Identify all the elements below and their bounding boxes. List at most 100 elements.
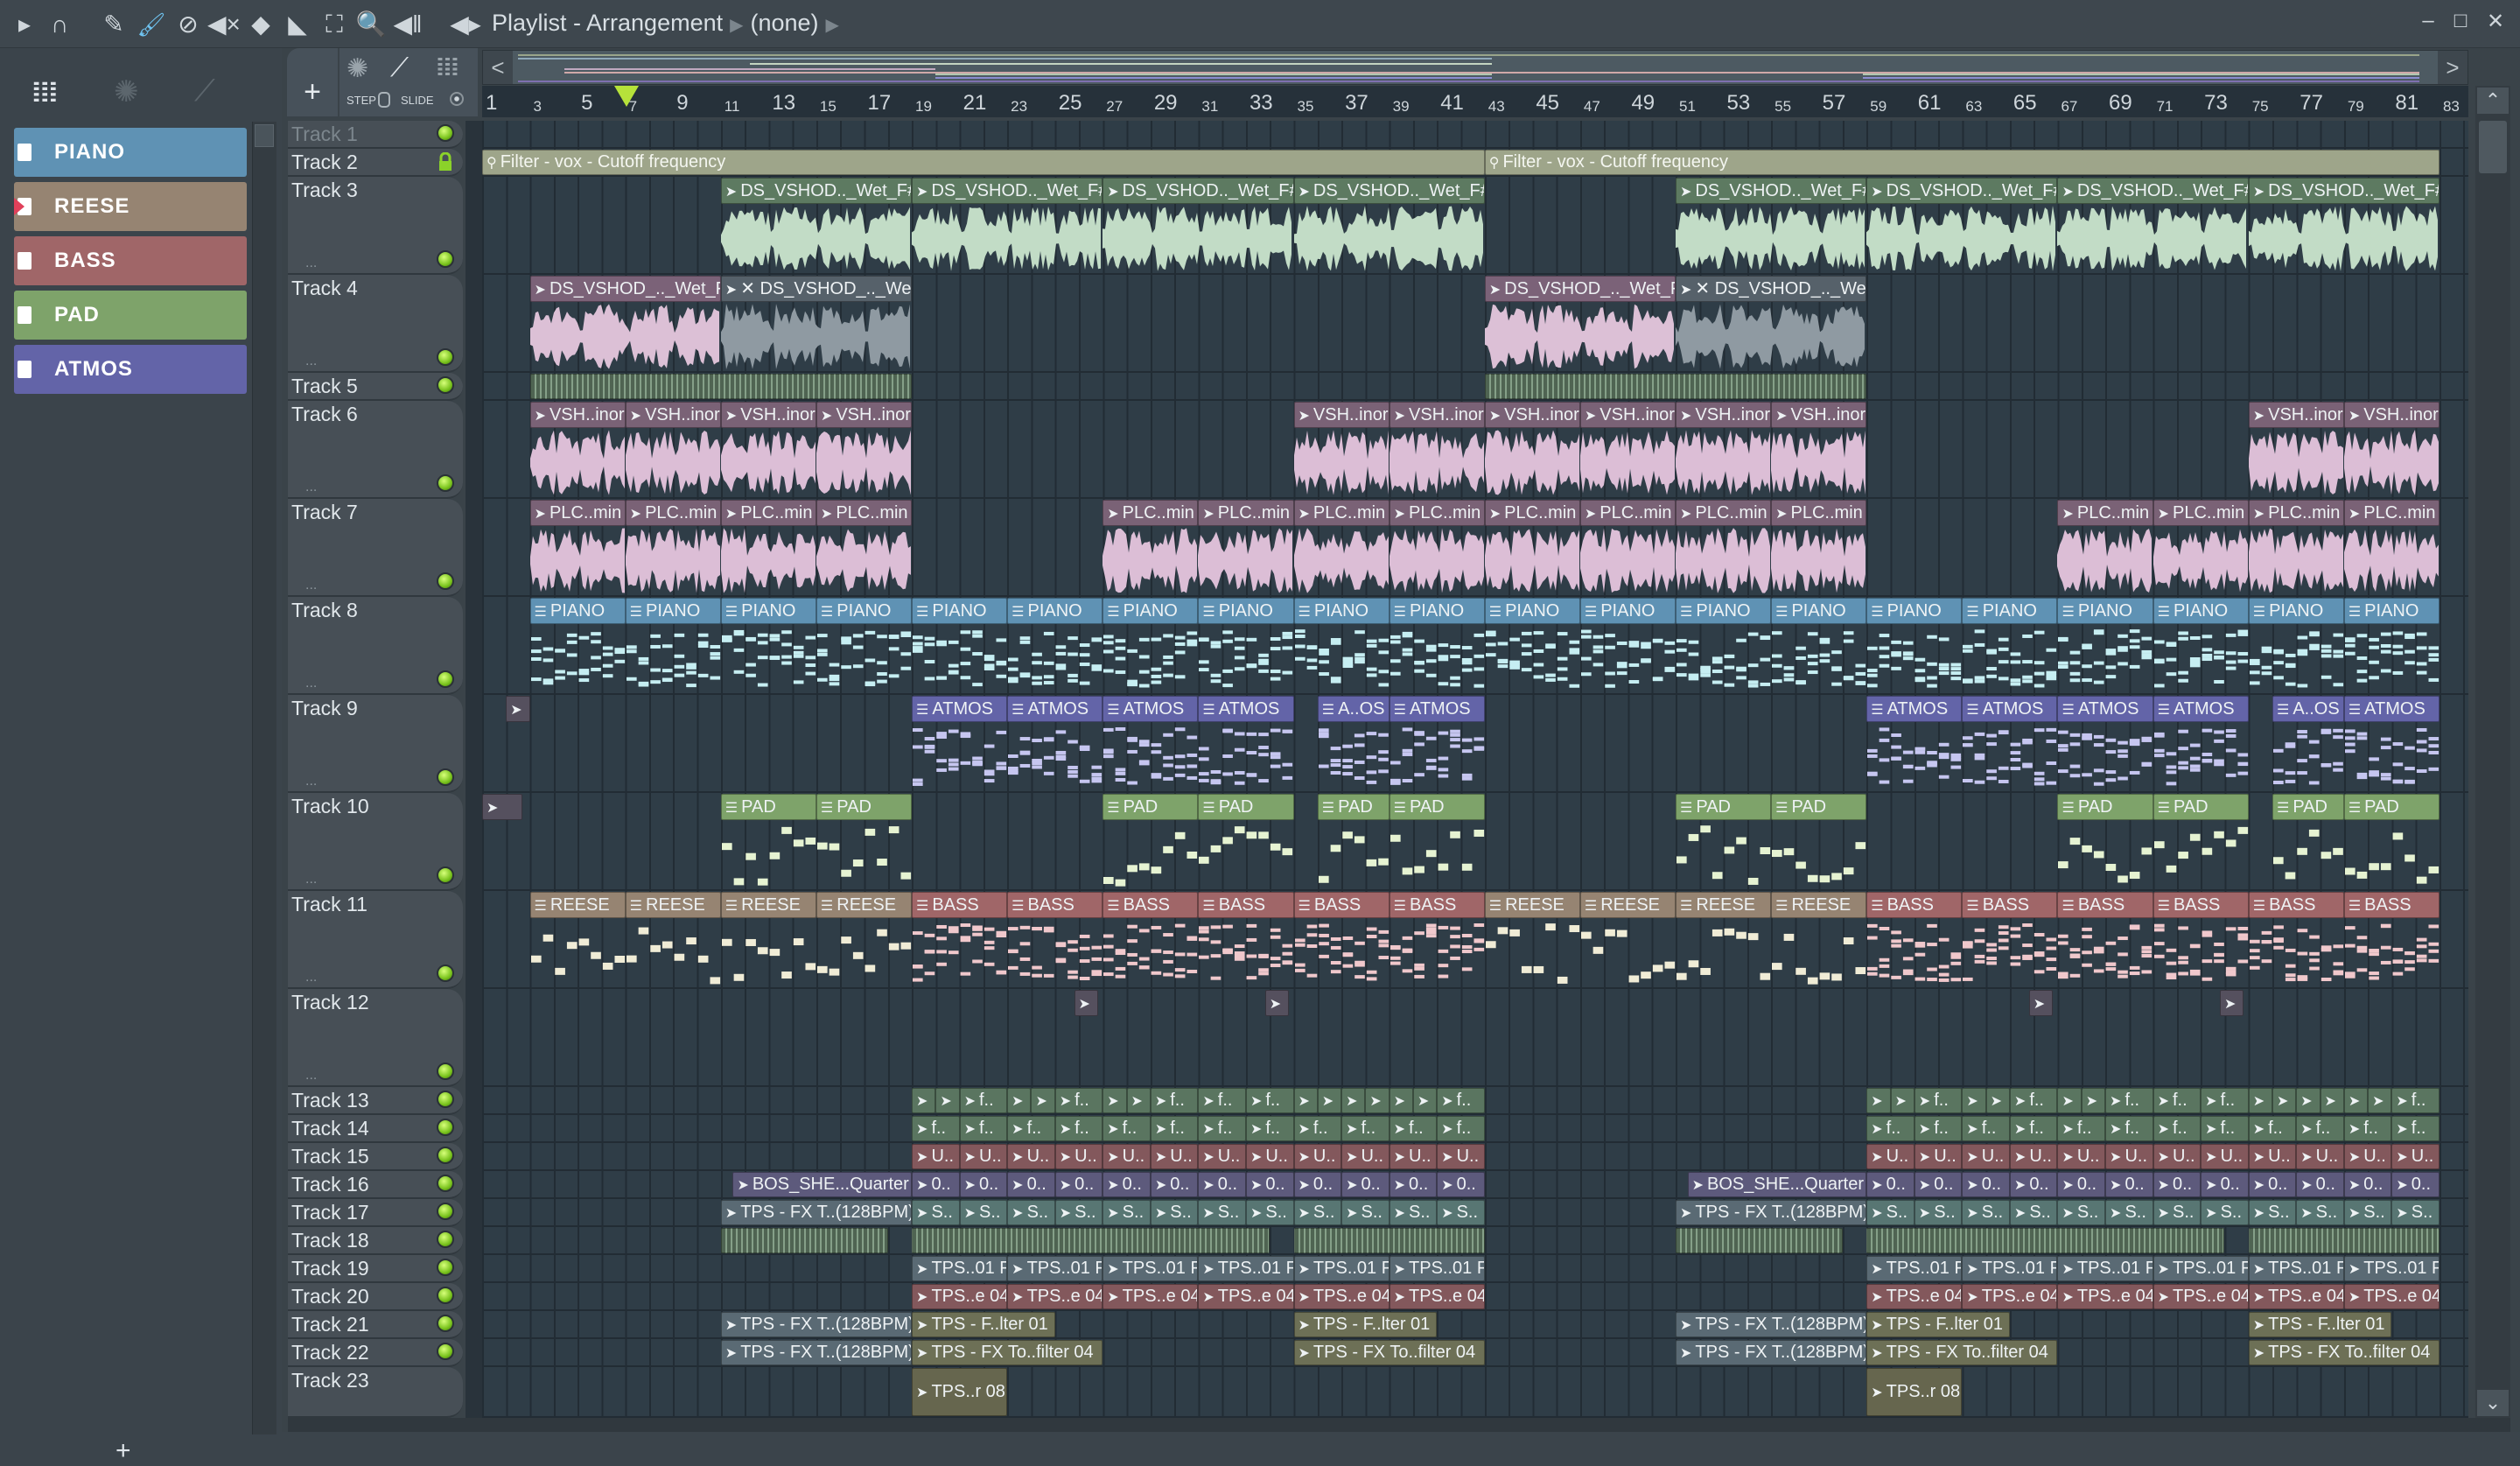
clip[interactable]: ☰ REESE [1579,892,1676,987]
track-enable-led[interactable] [437,1063,454,1080]
track-enable-led[interactable] [437,1315,454,1332]
clip[interactable] [720,1228,888,1253]
clip-header[interactable]: ☰ PIANO [2152,598,2249,624]
clip[interactable]: ➤ U.. [1389,1144,1438,1169]
clip[interactable]: ☰ BASS [2057,892,2153,987]
clip-header[interactable]: ☰ PIANO [1771,598,1867,624]
clip[interactable]: ☰ ATMOS [1866,696,1963,791]
clip[interactable]: ➤ f.. [2201,1088,2249,1113]
clip-header[interactable]: ➤ [1890,1088,1914,1113]
clip[interactable]: ➤ U.. [959,1144,1008,1169]
clip-header[interactable]: ➤ [482,794,523,820]
clip-header[interactable]: ⚲ Filter - vox - Cutoff frequency [482,150,1485,175]
clip-header[interactable]: ➤ [1293,1088,1318,1113]
clip-header[interactable]: ➤ TPS..01 F [912,1256,1008,1281]
clip-header[interactable]: ☰ BASS [1102,892,1199,918]
add-pattern-button[interactable]: + [116,1436,131,1466]
clip[interactable]: ➤ 0.. [2152,1172,2202,1197]
clip[interactable]: ☰ BASS [1293,892,1390,987]
zoom-icon[interactable]: 🔍 [355,9,387,40]
clip-header[interactable]: ➤ VSH..inor [1293,402,1390,428]
clip[interactable]: ➤ S.. [2152,1200,2202,1225]
clip-header[interactable]: ☰ BASS [2248,892,2344,918]
clip-header[interactable]: ➤ S.. [959,1200,1008,1225]
clip[interactable]: ➤ TPS..01 F [1102,1256,1199,1281]
clip-header[interactable]: ➤ TPS..e 04 [912,1284,1008,1309]
track-header[interactable]: Track 22 [288,1339,463,1367]
clip-header[interactable]: ➤ S.. [1914,1200,1963,1225]
clip[interactable]: ➤ TPS..e 04 [1198,1284,1294,1309]
clip[interactable]: ➤DS_VSHOD.._Wet_F#m [2057,178,2249,273]
clip-header[interactable]: ➤ TPS..01 F [2057,1256,2153,1281]
track-options-icon[interactable]: ... [305,970,317,986]
clip-header[interactable]: ➤ [2219,990,2244,1016]
track-header[interactable]: Track 7... [288,499,463,597]
clip-header[interactable]: ➤ 0.. [2152,1172,2202,1197]
clip[interactable]: ➤ U.. [2152,1144,2202,1169]
clip-header[interactable]: ➤ TPS..01 F [1198,1256,1294,1281]
clip-header[interactable]: ➤ VSH..inor [2248,402,2344,428]
clip[interactable]: ➤ f.. [1102,1116,1151,1141]
clip[interactable]: ☰ PIANO [1007,598,1103,693]
clip[interactable]: ☰ PAD [2343,794,2440,889]
clip-header[interactable]: ➤DS_VSHOD.._Wet_F#m [1866,178,2058,204]
clip[interactable]: ➤ [1317,1088,1342,1113]
clip[interactable]: ➤ f.. [2296,1116,2344,1141]
clip[interactable]: ➤ U.. [1150,1144,1199,1169]
vertical-scrollbar[interactable]: ⌃ ⌄ [2475,86,2510,1418]
clip[interactable]: ☰ ATMOS [1007,696,1103,791]
clip[interactable]: ➤DS_VSHOD.._Wet_F#m [720,178,913,273]
clip-header[interactable]: ☰ BASS [1866,892,1963,918]
scroll-right-button[interactable]: > [2438,51,2468,84]
clip[interactable]: ☰ REESE [625,892,721,987]
clip[interactable]: ☰ PAD [1771,794,1867,889]
clip-header[interactable]: ➤ S.. [912,1200,960,1225]
clip-header[interactable]: ➤ 0.. [912,1172,960,1197]
clip[interactable]: ➤ 0.. [2343,1172,2392,1197]
clip-header[interactable]: ➤ f.. [2009,1088,2058,1113]
clip[interactable]: ➤ S.. [1150,1200,1199,1225]
clip-header[interactable]: ➤ PLC..min [1771,500,1867,526]
clip[interactable]: ➤ VSH..inor [1389,402,1485,497]
clip-header[interactable]: ➤ U.. [959,1144,1008,1169]
clip[interactable]: ➤ [2028,990,2053,1085]
clip-header[interactable]: ➤ VSH..inor [1771,402,1867,428]
clip[interactable]: ☰ PIANO [720,598,816,693]
clip-header[interactable]: ☰ PIANO [1579,598,1676,624]
clip[interactable]: ☰ PIANO [625,598,721,693]
clip[interactable]: ➤ f.. [1437,1088,1485,1113]
clip[interactable]: ➤ U.. [1914,1144,1963,1169]
clip[interactable]: ➤ [2320,1088,2344,1113]
pencil-icon[interactable]: ✎ [98,9,130,40]
track-options-icon[interactable]: ... [305,354,317,369]
clip[interactable]: ☰ PAD [1676,794,1772,889]
clip[interactable]: ➤ 0.. [2009,1172,2058,1197]
track-header[interactable]: Track 2 [288,149,463,177]
clip[interactable]: ➤ PLC..min [1389,500,1485,595]
clip[interactable] [2248,1228,2440,1253]
clip-header[interactable]: ➤DS_VSHOD.._Wet_F#m [1676,178,1867,204]
clip[interactable]: ➤ 0.. [959,1172,1008,1197]
track-header[interactable]: Track 8... [288,597,463,695]
clip-header[interactable]: ☰ PIANO [1676,598,1772,624]
clip[interactable]: ➤ 0.. [1437,1172,1485,1197]
clip[interactable]: ➤ S.. [2201,1200,2249,1225]
clip[interactable]: ➤DS_VSHOD.._Wet_F#m [2248,178,2440,273]
track-enable-led[interactable] [437,670,454,688]
clip[interactable]: ➤ S.. [912,1200,960,1225]
clip[interactable]: ➤ 0.. [1962,1172,2010,1197]
clip-header[interactable]: ➤ [1126,1088,1151,1113]
clip-header[interactable]: ➤ f.. [1245,1088,1294,1113]
slide-toggle[interactable] [450,92,464,106]
clip-header[interactable]: ➤ [1341,1088,1366,1113]
clip[interactable]: ➤ f.. [2009,1116,2058,1141]
clip-header[interactable]: ➤ [2081,1088,2106,1113]
clip-header[interactable]: ➤ PLC..min [1579,500,1676,526]
track-header[interactable]: Track 16 [288,1171,463,1199]
scroll-down-button[interactable]: ⌄ [2477,1390,2509,1416]
clip[interactable]: ➤ U.. [1293,1144,1342,1169]
clip-header[interactable]: ☰ BASS [1962,892,2058,918]
clip[interactable]: ➤ U.. [1054,1144,1103,1169]
clip[interactable]: ☰ ATMOS [1198,696,1294,791]
track-options-icon[interactable]: ... [305,578,317,593]
